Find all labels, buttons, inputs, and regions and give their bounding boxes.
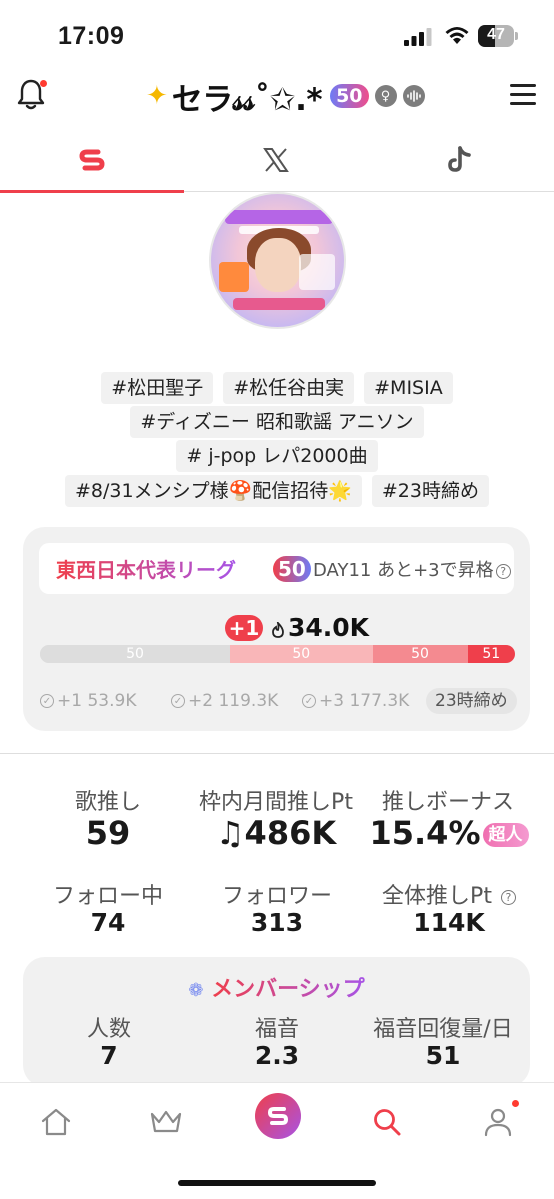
nav-stream[interactable] [255,1093,301,1139]
followers-value[interactable]: 313 [206,908,348,937]
section-divider [0,753,554,754]
threshold-item: ✓ +3 177.3K [302,691,409,711]
league-header[interactable]: 東西日本代表リーグ 50 DAY11 あと+3で昇格? [39,543,514,594]
level-badge: 50 [330,84,369,108]
hamburger-menu-icon[interactable] [510,84,536,106]
status-bar: 17:09 47 [0,0,554,70]
check-circle-icon: ✓ [40,694,54,708]
social-tabs [0,128,554,193]
total-pt-label: 全体推しPt ? [364,878,534,910]
progress-segment-label: 50 [292,646,311,662]
super-badge: 超人 [482,823,529,847]
members-value: 7 [100,1041,118,1070]
stream-logo-icon [267,1107,289,1125]
hashtag[interactable]: #23時締め [371,475,489,507]
song-push-label: 歌推し [74,790,141,815]
membership-title: ❁ メンバーシップ [188,977,365,1002]
crown-icon [150,1110,182,1133]
membership-card[interactable]: ❁ メンバーシップ 人数 7 福音 2.3 福音回復量/日 51 [23,957,530,1087]
league-day-text: DAY11 あと+3で昇格? [313,556,511,582]
notification-dot [40,80,47,87]
help-icon[interactable]: ? [500,889,516,905]
league-progress-bar: 50 50 50 51 [40,645,515,663]
voice-icon[interactable] [402,85,425,107]
search-icon [374,1109,401,1136]
x-logo-icon [263,148,289,172]
points-value: 34.0K [288,613,370,642]
deadline-badge: 23時締め [426,688,517,714]
hashtag[interactable]: #ディズニー 昭和歌謡 アニソン [130,406,424,438]
league-card[interactable]: 東西日本代表リーグ 50 DAY11 あと+3で昇格? +1 34.0K 50 5… [23,527,530,731]
profile-notification-dot [512,1100,519,1107]
stream-logo-icon [79,149,105,171]
tab-x[interactable] [184,128,368,192]
home-indicator [178,1180,376,1186]
hashtag-row: #松田聖子 #松任谷由実 #MISIA [0,372,554,404]
check-circle-icon: ✓ [302,694,316,708]
monthly-pt-label: 枠内月間推しPt [199,790,353,815]
monthly-pt-value[interactable]: ♫486K [186,814,366,852]
progress-segment-label: 51 [482,646,501,662]
rank-gain-badge: +1 [225,615,263,641]
progress-segment-label: 50 [126,646,144,662]
profile-avatar[interactable] [209,192,346,329]
threshold-item: ✓ +1 53.9K [40,691,136,711]
hashtag[interactable]: #MISIA [364,372,453,404]
signal-icon [404,28,432,46]
profile-name: セラ𝓈𝓈˚✩.* [171,81,323,118]
nav-search[interactable] [362,1097,412,1147]
battery-icon: 47 [478,25,518,47]
hashtag-row: #8/31メンシプ様🍄配信招待🌟 #23時締め [0,475,554,507]
league-level-badge: 50 [273,556,311,582]
gospel-label: 福音 [254,1017,299,1042]
recovery-value: 51 [425,1041,461,1070]
hashtag[interactable]: #松田聖子 [101,372,214,404]
hashtag[interactable]: #松任谷由実 [223,372,355,404]
tab-tiktok[interactable] [368,128,552,192]
following-label: フォロー中 [52,884,163,909]
members-label: 人数 [86,1017,131,1042]
bonus-label: 推しボーナス [381,790,514,815]
wifi-icon [445,27,469,44]
nav-home[interactable] [31,1097,81,1147]
flame-icon [272,622,284,638]
hashtag-row: #ディズニー 昭和歌謡 アニソン [0,406,554,438]
profile-icon [484,1108,512,1137]
tiktok-logo-icon [448,146,471,172]
app-header: ✦ セラ𝓈𝓈˚✩.* 50 ♀ [0,70,554,126]
profile-title: ✦ セラ𝓈𝓈˚✩.* 50 ♀ [146,76,425,118]
laurel-icon: ❁ [188,980,204,1001]
check-circle-icon: ✓ [171,694,185,708]
recovery-label: 福音回復量/日 [373,1017,513,1042]
hashtag[interactable]: # j-pop レパ2000曲 [176,440,378,472]
following-value[interactable]: 74 [44,908,172,937]
hashtag[interactable]: #8/31メンシプ様🍄配信招待🌟 [64,475,362,507]
threshold-row: ✓ +1 53.9K ✓ +2 119.3K ✓ +3 177.3K 23時締め [40,688,517,715]
tab-streaming[interactable] [0,128,184,193]
followers-label: フォロワー [221,884,332,909]
star-icon: ✦ [146,81,168,111]
female-icon: ♀ [374,85,397,107]
nav-ranking[interactable] [141,1097,191,1147]
battery-level: 47 [487,26,505,43]
status-time: 17:09 [58,22,125,50]
gospel-value: 2.3 [254,1041,300,1070]
help-icon[interactable]: ? [495,563,511,579]
league-name: 東西日本代表リーグ [56,554,236,583]
bonus-value[interactable]: 15.4% 超人 [364,814,534,852]
total-pt-value[interactable]: 114K [364,908,534,937]
home-icon [41,1108,71,1136]
threshold-item: ✓ +2 119.3K [171,691,278,711]
song-push-value[interactable]: 59 [44,814,172,852]
progress-segment-label: 50 [411,646,429,662]
hashtag-row: # j-pop レパ2000曲 [0,440,554,472]
